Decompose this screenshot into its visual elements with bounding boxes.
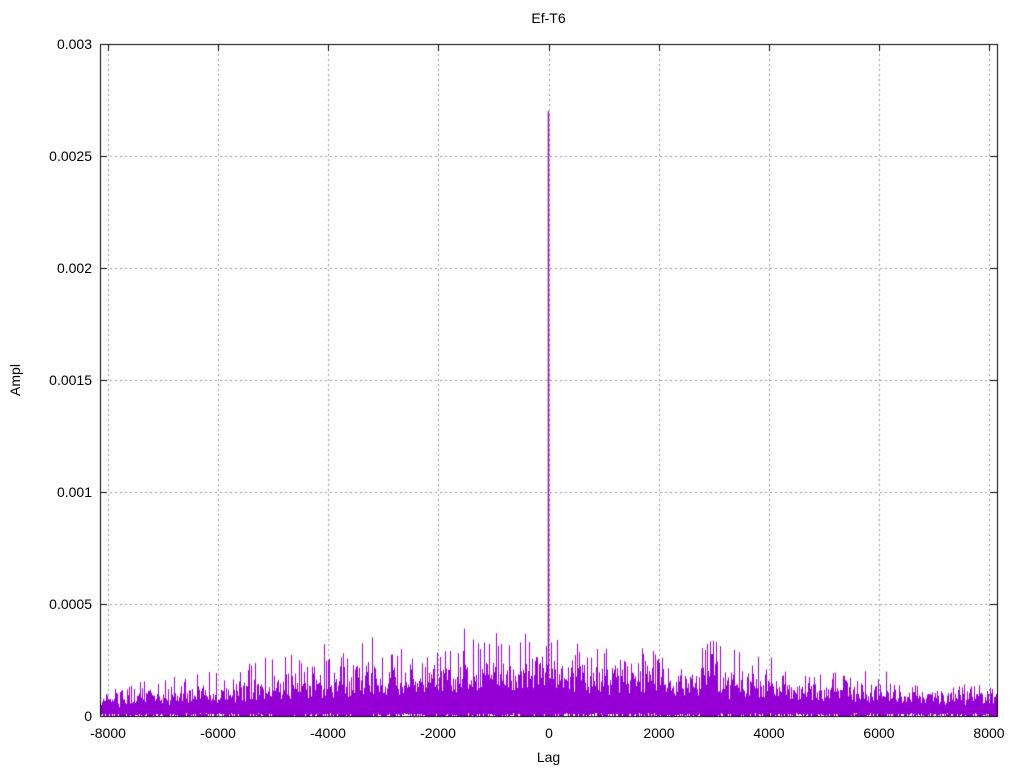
y-tick-label: 0 (84, 708, 92, 724)
x-tick-label: 0 (545, 725, 553, 741)
x-tick-label: 2000 (643, 725, 675, 741)
chart-plot-canvas (0, 0, 1024, 768)
y-tick-label: 0.0005 (49, 596, 92, 612)
x-tick-label: 8000 (973, 725, 1005, 741)
y-tick-label: 0.001 (56, 484, 92, 500)
x-tick-label: -2000 (420, 725, 456, 741)
chart-title: Ef-T6 (531, 10, 566, 26)
x-tick-label: -6000 (200, 725, 236, 741)
y-tick-label: 0.0015 (49, 372, 92, 388)
x-tick-label: -4000 (310, 725, 346, 741)
gnuplot-window: Ef-T6 Ampl Lag 0 0.0005 0.001 0.0015 0.002 0.… (0, 0, 1024, 768)
x-tick-label: 4000 (753, 725, 785, 741)
x-tick-label: -8000 (90, 725, 126, 741)
x-tick-label: 6000 (863, 725, 895, 741)
y-tick-label: 0.003 (56, 36, 92, 52)
y-tick-label: 0.002 (56, 260, 92, 276)
y-tick-label: 0.0025 (49, 148, 92, 164)
x-axis-title: Lag (536, 749, 561, 765)
